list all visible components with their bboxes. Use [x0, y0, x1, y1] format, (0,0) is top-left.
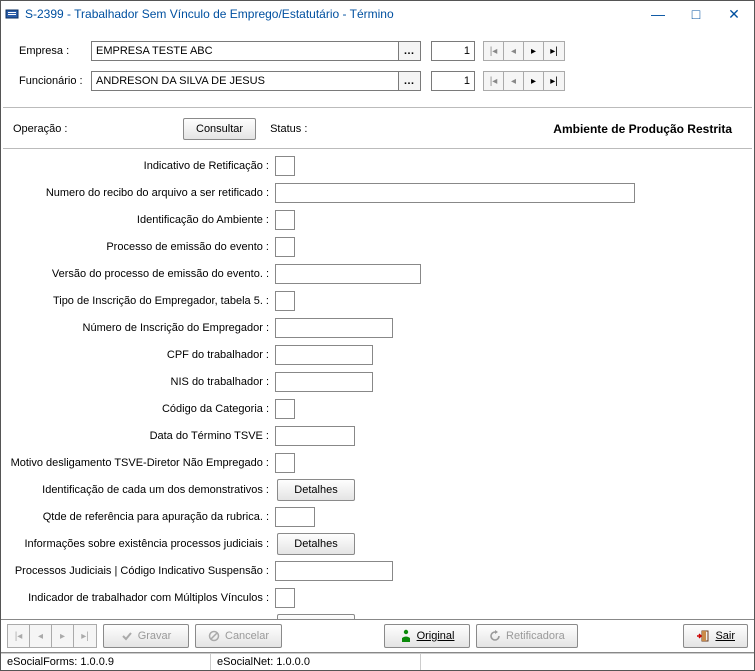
main-window: S-2399 - Trabalhador Sem Vínculo de Empr…	[0, 0, 755, 671]
refresh-icon	[489, 630, 501, 642]
sair-label: Sair	[715, 630, 735, 642]
operation-row: Operação : Consultar Status : Ambiente d…	[1, 108, 754, 148]
consultar-button[interactable]: Consultar	[183, 118, 256, 140]
nav-first-icon[interactable]: |◂	[8, 625, 30, 647]
field-label: Versão do processo de emissão do evento.…	[9, 268, 275, 280]
titlebar: S-2399 - Trabalhador Sem Vínculo de Empr…	[1, 1, 754, 27]
proc-jud-input[interactable]	[275, 561, 393, 581]
detalhes-button[interactable]: Detalhes	[277, 533, 355, 555]
field-label: Informações sobre existência processos j…	[9, 538, 275, 550]
empresa-label: Empresa :	[11, 45, 91, 57]
field-label: CPF do trabalhador :	[9, 349, 275, 361]
cancelar-button[interactable]: Cancelar	[195, 624, 282, 648]
nav-prev-icon[interactable]: ◂	[30, 625, 52, 647]
ver-proc-input[interactable]	[275, 264, 421, 284]
empresa-combo[interactable]: …	[91, 41, 421, 61]
status-net: eSocialNet: 1.0.0.0	[211, 654, 421, 670]
id-ambiente-input[interactable]	[275, 210, 295, 230]
window-controls: ― □ ✕	[648, 4, 750, 24]
funcionario-nav: |◂ ◂ ▸ ▸|	[483, 71, 565, 91]
field-label: Código da Categoria :	[9, 403, 275, 415]
operation-label: Operação :	[13, 123, 183, 135]
nav-prev-icon[interactable]: ◂	[504, 72, 524, 90]
form-area: Indicativo de Retificação : Numero do re…	[1, 149, 754, 619]
status-forms: eSocialForms: 1.0.0.9	[1, 654, 211, 670]
window-title: S-2399 - Trabalhador Sem Vínculo de Empr…	[25, 7, 648, 21]
gravar-label: Gravar	[138, 630, 172, 642]
detalhes-button[interactable]: Detalhes	[277, 614, 355, 619]
nav-next-icon[interactable]: ▸	[524, 42, 544, 60]
record-nav: |◂ ◂ ▸ ▸|	[7, 624, 97, 648]
empresa-input[interactable]	[92, 42, 398, 60]
nav-first-icon[interactable]: |◂	[484, 72, 504, 90]
nav-last-icon[interactable]: ▸|	[544, 42, 564, 60]
maximize-button[interactable]: □	[686, 4, 706, 24]
field-label: Processos Judiciais | Código Indicativo …	[9, 565, 275, 577]
field-label: Número de Inscrição do Empregador :	[9, 322, 275, 334]
field-label: Numero do recibo do arquivo a ser retifi…	[9, 187, 275, 199]
door-icon	[696, 630, 710, 642]
ellipsis-icon[interactable]: …	[398, 72, 420, 90]
nav-prev-icon[interactable]: ◂	[504, 42, 524, 60]
detalhes-label: Detalhes	[294, 538, 337, 550]
selector-panel: Empresa : … 1 |◂ ◂ ▸ ▸| Funcionário : … …	[1, 27, 754, 107]
environment-text: Ambiente de Produção Restrita	[553, 122, 742, 136]
nav-last-icon[interactable]: ▸|	[544, 72, 564, 90]
nav-next-icon[interactable]: ▸	[524, 72, 544, 90]
cancelar-label: Cancelar	[225, 630, 269, 642]
funcionario-number[interactable]: 1	[431, 71, 475, 91]
field-label: Data do Término TSVE :	[9, 430, 275, 442]
empresa-number[interactable]: 1	[431, 41, 475, 61]
nav-next-icon[interactable]: ▸	[52, 625, 74, 647]
tipo-inscr-input[interactable]	[275, 291, 295, 311]
proc-emissao-input[interactable]	[275, 237, 295, 257]
field-label: Tipo de Inscrição do Empregador, tabela …	[9, 295, 275, 307]
num-recibo-input[interactable]	[275, 183, 635, 203]
detalhes-label: Detalhes	[294, 484, 337, 496]
empresa-row: Empresa : … 1 |◂ ◂ ▸ ▸|	[11, 41, 744, 61]
original-button[interactable]: Original	[384, 624, 470, 648]
minimize-button[interactable]: ―	[648, 4, 668, 24]
field-label: Indicativo de Retificação :	[9, 160, 275, 172]
field-label: NIS do trabalhador :	[9, 376, 275, 388]
funcionario-combo[interactable]: …	[91, 71, 421, 91]
funcionario-label: Funcionário :	[11, 75, 91, 87]
person-icon	[400, 629, 412, 643]
ind-mult-input[interactable]	[275, 588, 295, 608]
cpf-input[interactable]	[275, 345, 373, 365]
nav-first-icon[interactable]: |◂	[484, 42, 504, 60]
funcionario-row: Funcionário : … 1 |◂ ◂ ▸ ▸|	[11, 71, 744, 91]
num-inscr-input[interactable]	[275, 318, 393, 338]
retificadora-button[interactable]: Retificadora	[476, 624, 578, 648]
original-label: Original	[417, 630, 455, 642]
ellipsis-icon[interactable]: …	[398, 42, 420, 60]
retificadora-label: Retificadora	[506, 630, 565, 642]
field-label: Identificação do Ambiente :	[9, 214, 275, 226]
status-label: Status :	[270, 123, 307, 135]
close-button[interactable]: ✕	[724, 4, 744, 24]
ind-retif-input[interactable]	[275, 156, 295, 176]
qtde-ref-input[interactable]	[275, 507, 315, 527]
data-term-input[interactable]	[275, 426, 355, 446]
field-label: Identificação de cada um dos demonstrati…	[9, 484, 275, 496]
funcionario-input[interactable]	[92, 72, 398, 90]
cod-categ-input[interactable]	[275, 399, 295, 419]
cancel-icon	[208, 630, 220, 642]
sair-button[interactable]: Sair	[683, 624, 748, 648]
motivo-input[interactable]	[275, 453, 295, 473]
field-label: Qtde de referência para apuração da rubr…	[9, 511, 275, 523]
check-icon	[121, 630, 133, 642]
field-label: Motivo desligamento TSVE-Diretor Não Emp…	[9, 457, 275, 469]
consultar-label: Consultar	[196, 123, 243, 135]
footer-toolbar: |◂ ◂ ▸ ▸| Gravar Cancelar Original Retif…	[1, 619, 754, 653]
empresa-nav: |◂ ◂ ▸ ▸|	[483, 41, 565, 61]
gravar-button[interactable]: Gravar	[103, 624, 189, 648]
statusbar: eSocialForms: 1.0.0.9 eSocialNet: 1.0.0.…	[1, 653, 754, 670]
nis-input[interactable]	[275, 372, 373, 392]
nav-last-icon[interactable]: ▸|	[74, 625, 96, 647]
app-icon	[5, 7, 19, 21]
field-label: Indicador de trabalhador com Múltiplos V…	[9, 592, 275, 604]
field-label: Processo de emissão do evento :	[9, 241, 275, 253]
detalhes-button[interactable]: Detalhes	[277, 479, 355, 501]
